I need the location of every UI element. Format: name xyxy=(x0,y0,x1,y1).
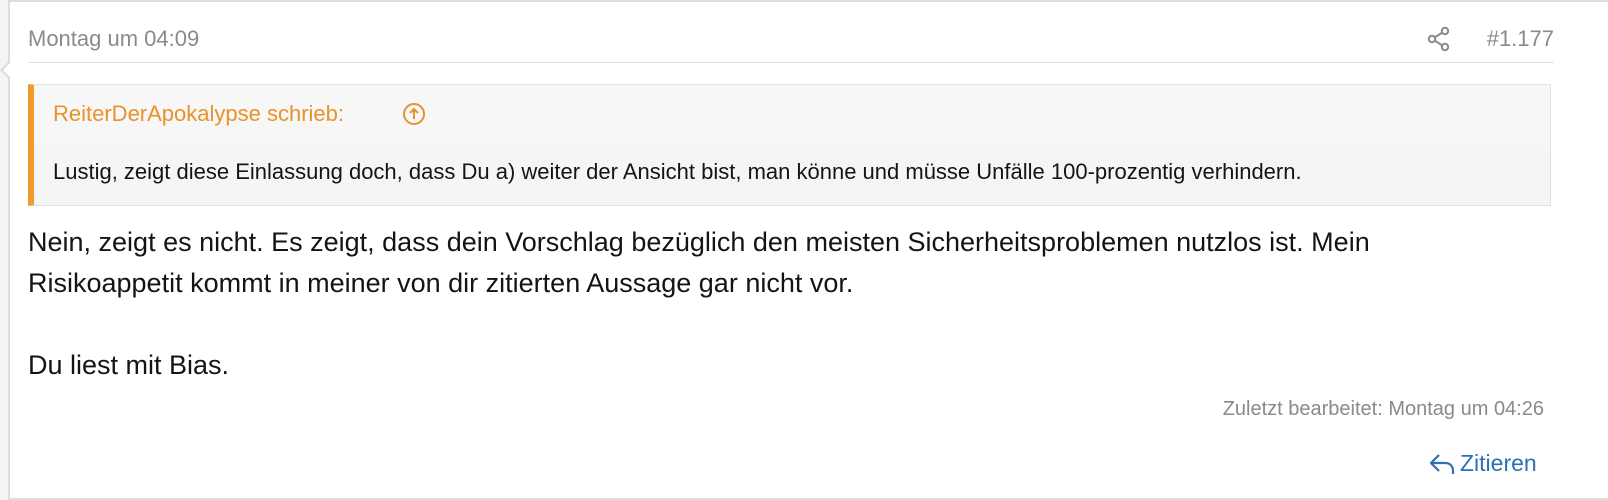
last-edited-note: Zuletzt bearbeitet: Montag um 04:26 xyxy=(1222,398,1544,420)
quote-reply-button[interactable]: Zitieren xyxy=(1428,450,1537,477)
quote-header: ReiterDerApokalypse schrieb: xyxy=(34,85,1550,145)
post-message: Nein, zeigt es nicht. Es zeigt, dass dei… xyxy=(28,222,1548,386)
quote-reply-label: Zitieren xyxy=(1460,450,1537,476)
forum-post: Montag um 04:09 #1.177 ReiterDerApokalyp… xyxy=(0,0,1608,500)
message-line: Du liest mit Bias. xyxy=(28,350,230,380)
arrow-up-circle-icon[interactable] xyxy=(402,102,426,126)
share-icon[interactable] xyxy=(1426,26,1452,52)
reply-arrow-icon xyxy=(1429,453,1455,474)
quote-author-link[interactable]: ReiterDerApokalypse schrieb: xyxy=(53,101,344,127)
quote-block: ReiterDerApokalypse schrieb: Lustig, zei… xyxy=(28,84,1551,206)
post-date[interactable]: Montag um 04:09 xyxy=(28,26,199,52)
message-line: Risikoappetit kommt in meiner von dir zi… xyxy=(28,268,854,298)
post-number-link[interactable]: #1.177 xyxy=(1487,26,1554,52)
message-line: Nein, zeigt es nicht. Es zeigt, dass dei… xyxy=(28,227,1370,257)
post-header: Montag um 04:09 #1.177 xyxy=(28,16,1554,63)
quote-text: Lustig, zeigt diese Einlassung doch, das… xyxy=(53,159,1302,184)
